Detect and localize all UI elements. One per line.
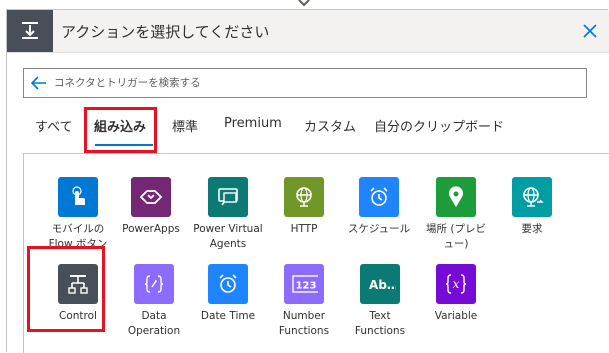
- tile-label-line2: Agents: [209, 238, 247, 250]
- tile-label-line1: モバイルの: [51, 223, 105, 235]
- tile-label-line1: Variable: [434, 310, 478, 322]
- panel-title: アクションを選択してください: [61, 23, 270, 41]
- tile-schedule[interactable]: スケジュール: [341, 177, 417, 237]
- tile-request[interactable]: 要求: [494, 177, 570, 237]
- tile-powerapps[interactable]: PowerApps: [113, 177, 189, 237]
- text-ab-icon: Ab…: [360, 264, 400, 304]
- tile-label-line1: PowerApps: [122, 223, 180, 235]
- tab-my-clipboard[interactable]: 自分のクリップボード: [374, 116, 504, 135]
- request-globe-icon: [512, 177, 552, 217]
- tile-variable[interactable]: x Variable: [418, 264, 494, 324]
- connector-grid: モバイルの Flow ボタン PowerApps Power Virtual Age…: [23, 153, 609, 353]
- tile-power-virtual-agents[interactable]: Power Virtual Agents: [190, 177, 266, 252]
- number-123-icon: 123: [284, 264, 324, 304]
- alarm-clock-icon: [208, 264, 248, 304]
- chat-bot-icon: [208, 177, 248, 217]
- panel-header: アクションを選択してください: [7, 10, 609, 53]
- alarm-clock-icon: [359, 177, 399, 217]
- svg-text:123: 123: [296, 281, 317, 292]
- tile-text-functions[interactable]: Ab… Text Functions: [342, 264, 418, 339]
- tile-http[interactable]: HTTP: [266, 177, 342, 237]
- tile-label-line2: ュー): [443, 238, 469, 250]
- tab-custom[interactable]: カスタム: [304, 116, 356, 135]
- highlight-control-tile: [27, 246, 105, 332]
- tile-number-functions[interactable]: 123 Number Functions: [266, 264, 342, 339]
- tile-label-line1: 場所 (プレビ: [426, 223, 486, 235]
- globe-icon: [284, 177, 324, 217]
- tab-all[interactable]: すべて: [35, 116, 73, 135]
- tab-premium[interactable]: Premium: [224, 116, 282, 131]
- variable-x-icon: x: [436, 264, 476, 304]
- svg-text:Ab…: Ab…: [369, 278, 396, 292]
- tile-label-line2: Functions: [278, 325, 330, 337]
- tile-location-preview[interactable]: 場所 (プレビ ュー): [418, 177, 494, 252]
- svg-text:x: x: [453, 277, 460, 291]
- tab-standard[interactable]: 標準: [172, 116, 198, 135]
- close-icon[interactable]: [581, 22, 599, 40]
- action-icon: [7, 10, 53, 52]
- tile-label-line1: Text: [369, 310, 391, 322]
- connector-arrow-icon: [298, 0, 310, 6]
- tile-label-line1: Power Virtual: [193, 223, 263, 235]
- highlight-built-in-tab: [84, 107, 157, 153]
- tile-label-line1: Date Time: [200, 310, 256, 322]
- tile-label-line1: スケジュール: [347, 223, 411, 235]
- tile-label-line2: Operation: [127, 325, 181, 337]
- location-pin-icon: [436, 177, 476, 217]
- search-input[interactable]: [54, 74, 574, 92]
- search-box: [23, 68, 587, 98]
- tile-mobile-flow-button[interactable]: モバイルの Flow ボタン: [40, 177, 116, 252]
- tile-label-line2: Functions: [354, 325, 406, 337]
- data-operation-icon: [134, 264, 174, 304]
- touch-icon: [58, 177, 98, 217]
- tile-data-operation[interactable]: Data Operation: [116, 264, 192, 339]
- back-arrow-icon[interactable]: [30, 75, 48, 91]
- tile-label-line1: 要求: [521, 223, 543, 235]
- tile-label-line1: Number: [282, 310, 326, 322]
- tile-label-line1: HTTP: [290, 223, 318, 235]
- powerapps-icon: [131, 177, 171, 217]
- tile-label-line1: Data: [141, 310, 167, 322]
- tile-date-time[interactable]: Date Time: [190, 264, 266, 324]
